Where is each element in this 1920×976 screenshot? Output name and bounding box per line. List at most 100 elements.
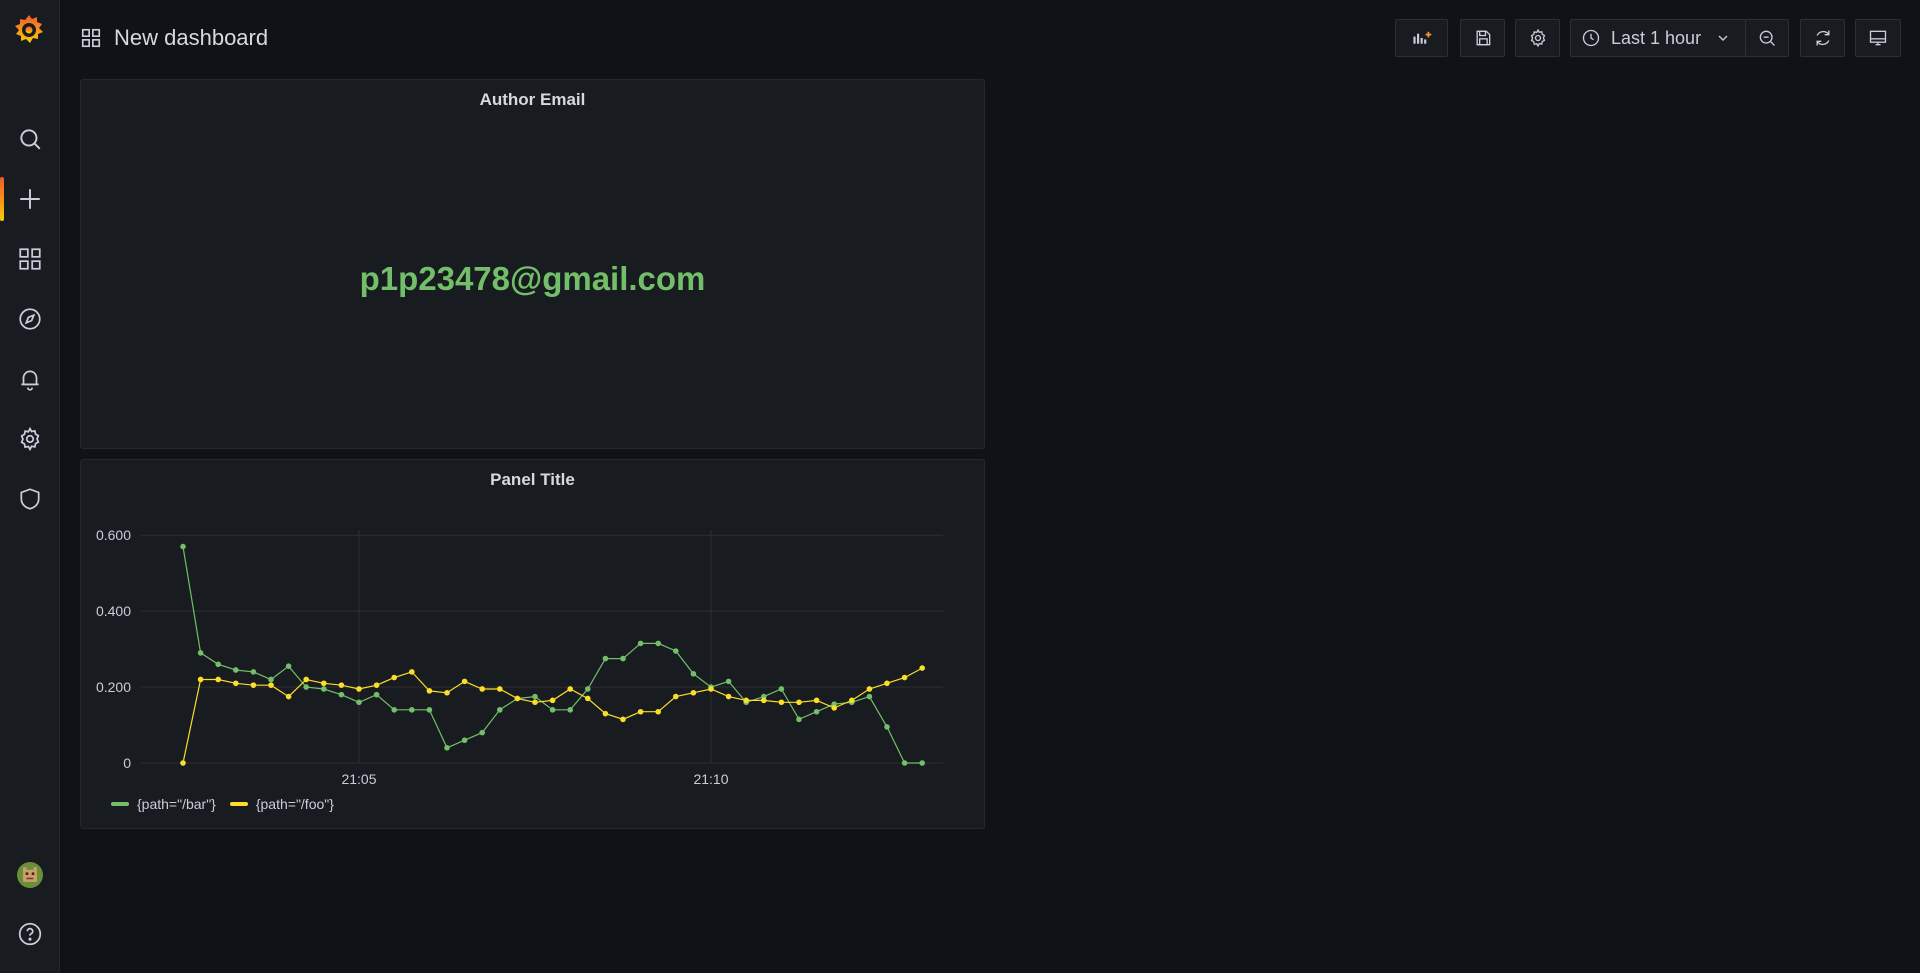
data-point: [813, 697, 820, 704]
series-line-0: [182, 546, 923, 764]
data-point: [901, 674, 908, 681]
data-point: [602, 655, 609, 662]
app-window: New dashboard Last 1 hour Author Email p…: [0, 0, 1920, 973]
data-point: [567, 686, 573, 692]
data-point: [849, 697, 855, 704]
data-point: [919, 665, 925, 671]
data-point: [866, 686, 873, 692]
dashboard-settings-button[interactable]: [1515, 19, 1560, 57]
time-range-label: Last 1 hour: [1611, 27, 1702, 48]
data-point: [761, 697, 767, 704]
series-line-1: [182, 667, 923, 764]
nav-dashboards[interactable]: [0, 235, 59, 283]
nav-create[interactable]: [0, 175, 59, 223]
dashboard-title-bar[interactable]: New dashboard: [80, 22, 268, 54]
time-range-picker[interactable]: Last 1 hour: [1570, 19, 1746, 57]
nav-configuration[interactable]: [0, 415, 59, 463]
data-point: [620, 716, 626, 723]
zoom-out-icon: [1759, 30, 1775, 46]
nav-explore[interactable]: [0, 295, 59, 343]
data-point: [250, 669, 257, 675]
chevron-down-icon: [1718, 35, 1728, 41]
data-point: [321, 686, 327, 692]
avatar: [16, 862, 43, 888]
bell-icon: [20, 370, 39, 391]
data-point: [514, 695, 521, 702]
data-point: [426, 707, 433, 713]
grafana-logo[interactable]: [11, 12, 47, 48]
refresh-icon: [1816, 30, 1829, 46]
data-point: [373, 691, 380, 698]
y-tick-label: 0.400: [96, 603, 131, 619]
data-point: [268, 682, 274, 688]
add-panel-button[interactable]: [1395, 19, 1448, 57]
data-point: [884, 724, 890, 730]
data-point: [338, 691, 345, 698]
legend-swatch: [229, 802, 248, 806]
clock-icon: [1582, 29, 1600, 47]
page-title[interactable]: New dashboard: [114, 25, 268, 51]
save-icon: [1476, 30, 1490, 46]
save-dashboard-button[interactable]: [1460, 19, 1505, 57]
gear-icon: [1530, 28, 1545, 48]
sidebar: [0, 0, 60, 973]
data-point: [268, 676, 274, 683]
x-tick-label: 21:05: [341, 771, 376, 787]
data-point: [673, 693, 679, 700]
x-tick-label: 21:10: [693, 771, 728, 787]
nav-profile[interactable]: [0, 851, 59, 899]
data-point: [233, 667, 239, 673]
data-point: [901, 760, 908, 766]
grid-icon: [18, 248, 41, 270]
data-point: [497, 707, 503, 713]
data-point: [725, 678, 732, 685]
data-point: [549, 697, 556, 704]
data-point: [180, 760, 186, 766]
legend-item-foo[interactable]: {path="/foo"}: [229, 796, 334, 812]
data-point: [409, 707, 415, 713]
data-point: [655, 640, 661, 647]
data-point: [567, 707, 573, 713]
data-point: [356, 686, 362, 692]
legend-item-bar[interactable]: {path="/bar"}: [111, 796, 216, 812]
data-point: [690, 689, 697, 696]
nav-server-admin[interactable]: [0, 475, 59, 523]
panel-title[interactable]: Author Email: [81, 90, 984, 110]
data-point: [620, 655, 626, 662]
nav-alerting[interactable]: [0, 355, 59, 403]
data-point: [813, 708, 820, 715]
data-point: [461, 678, 468, 685]
data-point: [391, 674, 398, 681]
zoom-out-button[interactable]: [1745, 19, 1789, 57]
data-point: [778, 699, 785, 706]
data-point: [285, 663, 292, 669]
data-point: [497, 686, 503, 692]
legend-label: {path="/bar"}: [137, 796, 216, 812]
data-point: [356, 699, 362, 706]
graph-panel[interactable]: Panel Title 0 0.200 0.400 0.600 21:05 21:10 {…: [80, 459, 985, 829]
data-point: [285, 693, 292, 700]
stat-panel[interactable]: Author Email p1p23478@gmail.com: [80, 79, 985, 449]
data-point: [690, 670, 697, 677]
legend-label: {path="/foo"}: [255, 796, 334, 812]
data-point: [532, 699, 538, 706]
data-point: [303, 684, 309, 690]
chart-legend: {path="/bar"} {path="/foo"}: [111, 796, 334, 812]
data-point: [866, 693, 873, 700]
nav-search[interactable]: [0, 115, 59, 163]
legend-swatch: [111, 802, 129, 806]
refresh-button[interactable]: [1800, 19, 1845, 57]
data-point: [391, 707, 398, 713]
time-series-chart: 0 0.200 0.400 0.600 21:05 21:10: [96, 527, 943, 787]
data-point: [778, 686, 785, 692]
gear-icon: [20, 426, 39, 452]
tv-mode-button[interactable]: [1855, 19, 1901, 57]
plus-icon: [19, 189, 40, 209]
data-point: [549, 707, 556, 713]
nav-help[interactable]: [0, 910, 59, 958]
data-point: [303, 676, 309, 683]
stat-value: p1p23478@gmail.com: [359, 260, 706, 297]
data-point: [796, 716, 802, 723]
data-point: [250, 682, 257, 688]
data-point: [796, 699, 802, 706]
